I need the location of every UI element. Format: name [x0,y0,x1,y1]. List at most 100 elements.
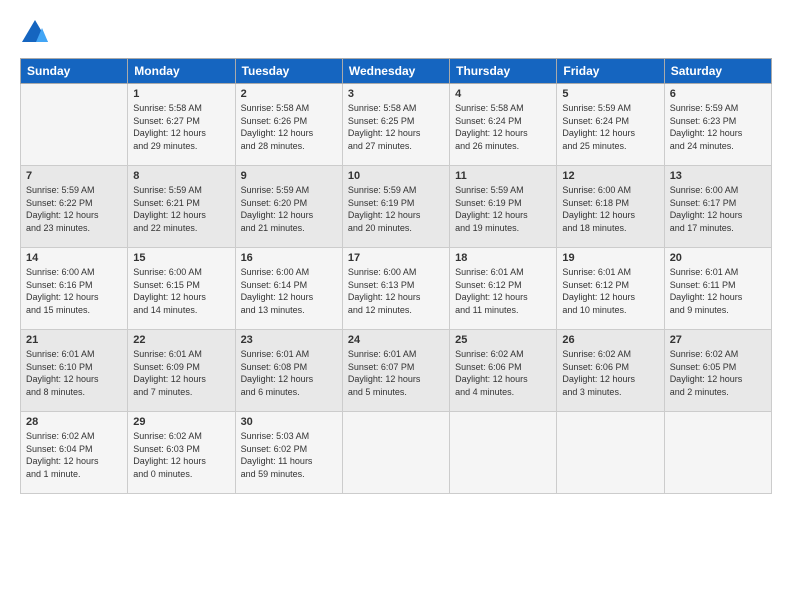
calendar-body: 1 Sunrise: 5:58 AM Sunset: 6:27 PM Daylig… [21,84,772,494]
calendar-cell: 21 Sunrise: 6:01 AM Sunset: 6:10 PM Dayli… [21,330,128,412]
day-number: 6 [670,88,766,100]
calendar-cell: 27 Sunrise: 6:02 AM Sunset: 6:05 PM Dayli… [664,330,771,412]
day-info: Sunrise: 6:00 AM Sunset: 6:13 PM Dayligh… [348,266,444,316]
calendar-cell: 16 Sunrise: 6:00 AM Sunset: 6:14 PM Dayli… [235,248,342,330]
calendar-cell: 5 Sunrise: 5:59 AM Sunset: 6:24 PM Daylig… [557,84,664,166]
calendar-week-4: 21 Sunrise: 6:01 AM Sunset: 6:10 PM Dayli… [21,330,772,412]
calendar-cell: 26Sunrise: 6:02 AM Sunset: 6:06 PM Dayli… [557,330,664,412]
calendar-cell: 29Sunrise: 6:02 AM Sunset: 6:03 PM Dayli… [128,412,235,494]
day-info: Sunrise: 6:02 AM Sunset: 6:03 PM Dayligh… [133,430,229,480]
calendar-cell [450,412,557,494]
calendar-cell: 25 Sunrise: 6:02 AM Sunset: 6:06 PM Dayli… [450,330,557,412]
header-cell-monday: Monday [128,59,235,84]
day-number: 4 [455,88,551,100]
calendar-cell: 10 Sunrise: 5:59 AM Sunset: 6:19 PM Dayli… [342,166,449,248]
calendar-cell: 30 Sunrise: 5:03 AM Sunset: 6:02 PM Dayli… [235,412,342,494]
calendar-cell: 17 Sunrise: 6:00 AM Sunset: 6:13 PM Dayli… [342,248,449,330]
calendar-cell: 18 Sunrise: 6:01 AM Sunset: 6:12 PM Dayli… [450,248,557,330]
day-number: 10 [348,170,444,182]
day-number: 1 [133,88,229,100]
page-header [20,18,772,48]
day-info: Sunrise: 6:00 AM Sunset: 6:17 PM Dayligh… [670,184,766,234]
day-number: 12 [562,170,658,182]
day-number: 2 [241,88,337,100]
day-info: Sunrise: 6:00 AM Sunset: 6:15 PM Dayligh… [133,266,229,316]
day-info: Sunrise: 6:01 AM Sunset: 6:12 PM Dayligh… [562,266,658,316]
day-number: 7 [26,170,122,182]
calendar-cell: 12 Sunrise: 6:00 AM Sunset: 6:18 PM Dayli… [557,166,664,248]
day-info: Sunrise: 6:01 AM Sunset: 6:12 PM Dayligh… [455,266,551,316]
calendar-week-1: 1 Sunrise: 5:58 AM Sunset: 6:27 PM Daylig… [21,84,772,166]
day-number: 3 [348,88,444,100]
logo-icon [20,18,50,48]
day-info: Sunrise: 6:01 AM Sunset: 6:11 PM Dayligh… [670,266,766,316]
day-info: Sunrise: 6:01 AM Sunset: 6:10 PM Dayligh… [26,348,122,398]
calendar-week-5: 28Sunrise: 6:02 AM Sunset: 6:04 PM Dayli… [21,412,772,494]
calendar-cell: 24 Sunrise: 6:01 AM Sunset: 6:07 PM Dayli… [342,330,449,412]
day-number: 21 [26,334,122,346]
calendar-week-3: 14Sunrise: 6:00 AM Sunset: 6:16 PM Dayli… [21,248,772,330]
day-info: Sunrise: 5:58 AM Sunset: 6:26 PM Dayligh… [241,102,337,152]
calendar-cell: 14Sunrise: 6:00 AM Sunset: 6:16 PM Dayli… [21,248,128,330]
calendar-cell: 11 Sunrise: 5:59 AM Sunset: 6:19 PM Dayli… [450,166,557,248]
calendar-cell [557,412,664,494]
day-info: Sunrise: 5:58 AM Sunset: 6:25 PM Dayligh… [348,102,444,152]
day-info: Sunrise: 5:03 AM Sunset: 6:02 PM Dayligh… [241,430,337,480]
day-number: 14 [26,252,122,264]
calendar-cell [21,84,128,166]
calendar-cell: 1 Sunrise: 5:58 AM Sunset: 6:27 PM Daylig… [128,84,235,166]
day-number: 25 [455,334,551,346]
calendar-cell: 13 Sunrise: 6:00 AM Sunset: 6:17 PM Dayli… [664,166,771,248]
day-number: 16 [241,252,337,264]
day-info: Sunrise: 5:59 AM Sunset: 6:22 PM Dayligh… [26,184,122,234]
day-info: Sunrise: 5:59 AM Sunset: 6:19 PM Dayligh… [348,184,444,234]
header-cell-thursday: Thursday [450,59,557,84]
day-number: 30 [241,416,337,428]
day-info: Sunrise: 5:58 AM Sunset: 6:24 PM Dayligh… [455,102,551,152]
day-info: Sunrise: 6:01 AM Sunset: 6:08 PM Dayligh… [241,348,337,398]
calendar-cell: 23Sunrise: 6:01 AM Sunset: 6:08 PM Dayli… [235,330,342,412]
day-info: Sunrise: 6:02 AM Sunset: 6:06 PM Dayligh… [562,348,658,398]
day-info: Sunrise: 6:02 AM Sunset: 6:06 PM Dayligh… [455,348,551,398]
calendar-cell: 15 Sunrise: 6:00 AM Sunset: 6:15 PM Dayli… [128,248,235,330]
day-number: 9 [241,170,337,182]
day-info: Sunrise: 6:02 AM Sunset: 6:04 PM Dayligh… [26,430,122,480]
day-number: 27 [670,334,766,346]
day-info: Sunrise: 5:59 AM Sunset: 6:20 PM Dayligh… [241,184,337,234]
day-info: Sunrise: 5:58 AM Sunset: 6:27 PM Dayligh… [133,102,229,152]
day-number: 5 [562,88,658,100]
day-info: Sunrise: 6:01 AM Sunset: 6:07 PM Dayligh… [348,348,444,398]
day-number: 11 [455,170,551,182]
calendar-week-2: 7 Sunrise: 5:59 AM Sunset: 6:22 PM Daylig… [21,166,772,248]
calendar-table: SundayMondayTuesdayWednesdayThursdayFrid… [20,58,772,494]
day-info: Sunrise: 6:00 AM Sunset: 6:18 PM Dayligh… [562,184,658,234]
calendar-cell: 3 Sunrise: 5:58 AM Sunset: 6:25 PM Daylig… [342,84,449,166]
day-number: 13 [670,170,766,182]
day-number: 15 [133,252,229,264]
header-cell-friday: Friday [557,59,664,84]
day-info: Sunrise: 5:59 AM Sunset: 6:21 PM Dayligh… [133,184,229,234]
header-cell-saturday: Saturday [664,59,771,84]
day-number: 24 [348,334,444,346]
calendar-cell [342,412,449,494]
day-number: 18 [455,252,551,264]
calendar-cell: 8 Sunrise: 5:59 AM Sunset: 6:21 PM Daylig… [128,166,235,248]
calendar-cell: 28Sunrise: 6:02 AM Sunset: 6:04 PM Dayli… [21,412,128,494]
calendar-cell [664,412,771,494]
header-cell-sunday: Sunday [21,59,128,84]
calendar-cell: 7 Sunrise: 5:59 AM Sunset: 6:22 PM Daylig… [21,166,128,248]
calendar-cell: 9 Sunrise: 5:59 AM Sunset: 6:20 PM Daylig… [235,166,342,248]
day-info: Sunrise: 5:59 AM Sunset: 6:24 PM Dayligh… [562,102,658,152]
header-cell-tuesday: Tuesday [235,59,342,84]
day-info: Sunrise: 5:59 AM Sunset: 6:19 PM Dayligh… [455,184,551,234]
day-number: 19 [562,252,658,264]
calendar-cell: 2 Sunrise: 5:58 AM Sunset: 6:26 PM Daylig… [235,84,342,166]
day-number: 8 [133,170,229,182]
day-info: Sunrise: 6:00 AM Sunset: 6:14 PM Dayligh… [241,266,337,316]
calendar-header-row: SundayMondayTuesdayWednesdayThursdayFrid… [21,59,772,84]
calendar-cell: 20Sunrise: 6:01 AM Sunset: 6:11 PM Dayli… [664,248,771,330]
day-info: Sunrise: 5:59 AM Sunset: 6:23 PM Dayligh… [670,102,766,152]
day-number: 17 [348,252,444,264]
day-info: Sunrise: 6:02 AM Sunset: 6:05 PM Dayligh… [670,348,766,398]
day-number: 22 [133,334,229,346]
